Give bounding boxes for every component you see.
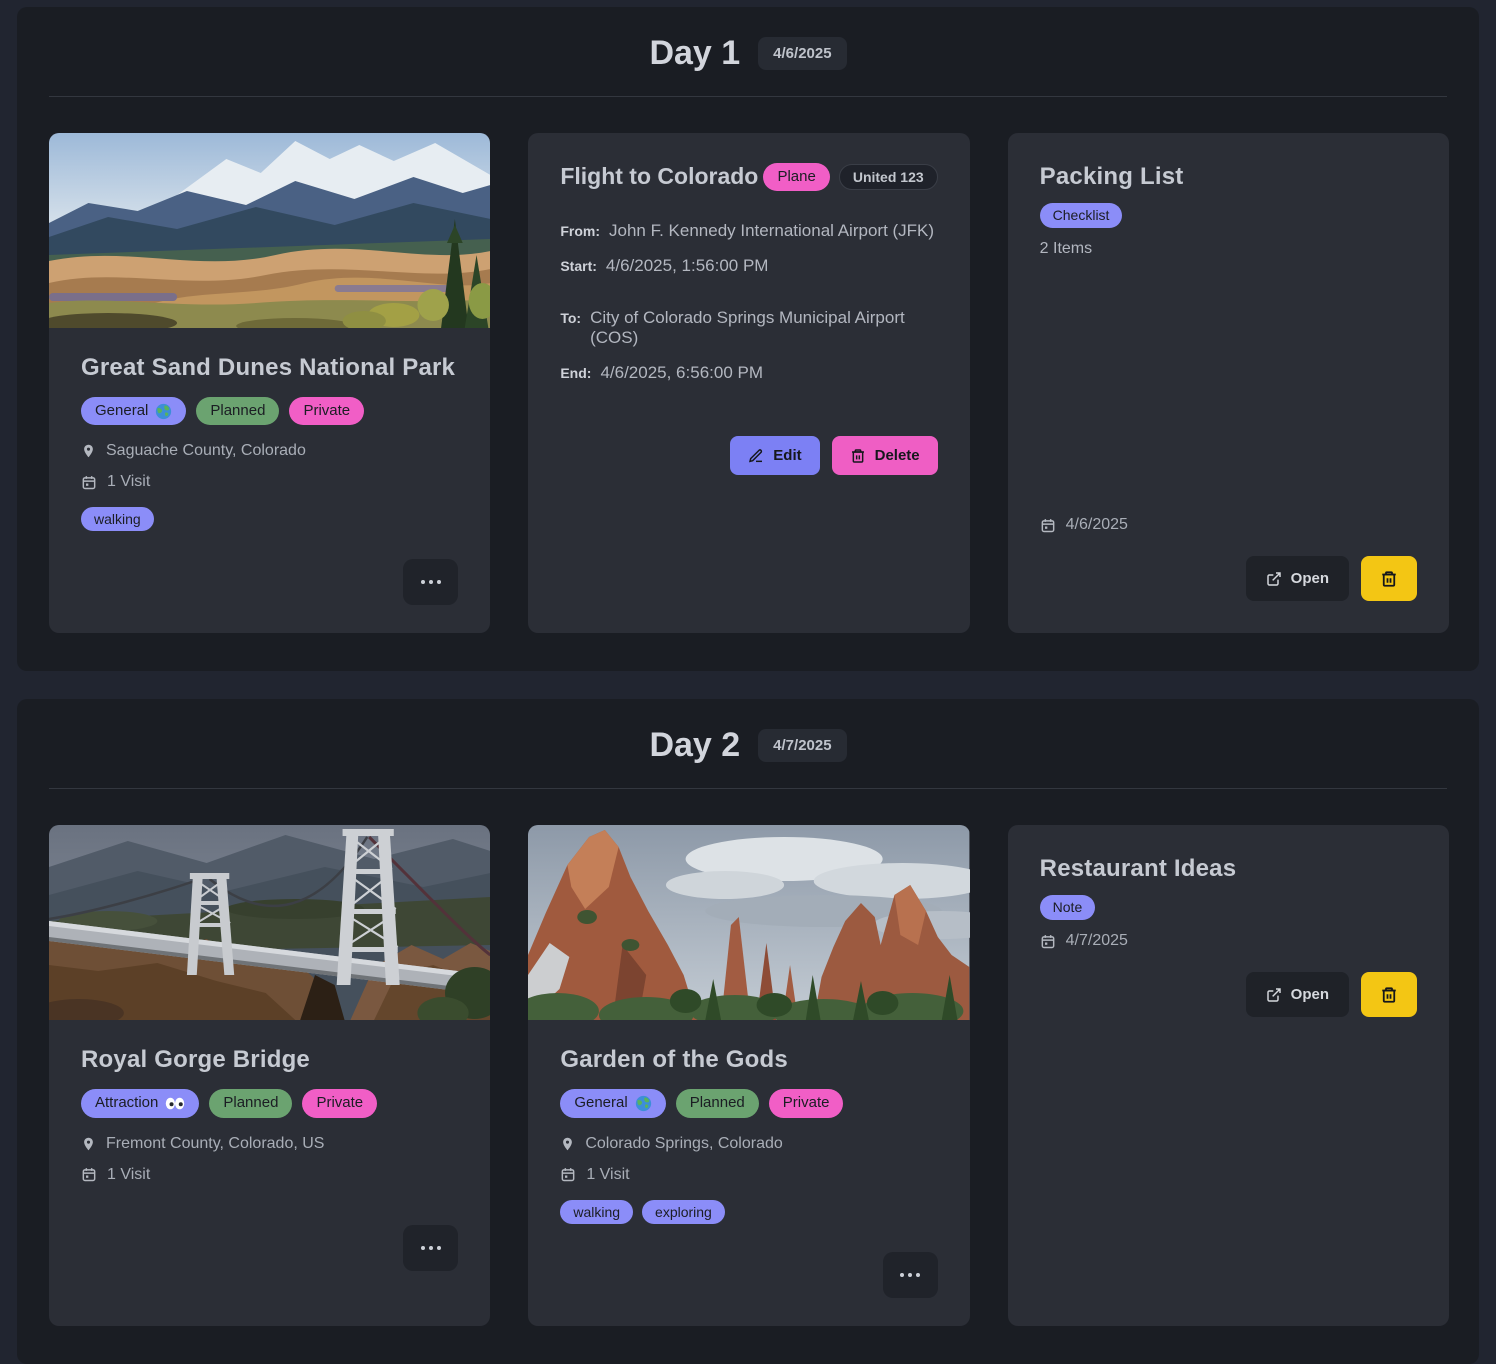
trash-icon [850,448,866,464]
checklist-type-badge: Checklist [1040,203,1123,228]
visibility-badge: Private [302,1089,377,1117]
flight-card: Flight to Colorado Plane United 123 From… [528,133,969,633]
day-2-title: Day 2 [649,726,740,765]
place-photo-garden-of-the-gods [528,825,969,1020]
day-2-cards: Royal Gorge Bridge Attraction Planned Pr… [17,789,1479,1325]
edit-pencil-icon [748,448,764,464]
activity-tag: walking [81,507,154,531]
place-location: Colorado Springs, Colorado [585,1135,782,1153]
place-title: Garden of the Gods [560,1046,937,1074]
category-badge-label: General [95,401,148,421]
open-checklist-button[interactable]: Open [1246,556,1349,601]
day-2-header: Day 2 4/7/2025 [17,699,1479,788]
category-badge: General [81,397,186,425]
edit-button[interactable]: Edit [730,436,819,475]
from-value: John F. Kennedy International Airport (J… [609,221,934,241]
globe-icon [635,1095,652,1112]
to-value: City of Colorado Springs Municipal Airpo… [590,308,938,348]
flight-number-badge: United 123 [839,164,938,190]
place-visits: 1 Visit [107,1166,150,1184]
from-label: From: [560,223,600,239]
ellipsis-icon [421,1246,425,1250]
note-type-badge: Note [1040,895,1096,920]
external-link-icon [1266,571,1282,587]
place-card-garden-of-the-gods: Garden of the Gods General Planned Priva… [528,825,969,1325]
day-2-date-badge: 4/7/2025 [758,729,846,762]
status-badge: Planned [209,1089,292,1117]
start-label: Start: [560,258,597,274]
to-label: To: [560,310,581,326]
calendar-icon [1040,933,1056,950]
place-menu-button[interactable] [403,559,458,605]
trash-icon [1380,570,1398,588]
place-menu-button[interactable] [403,1225,458,1271]
place-menu-button[interactable] [883,1252,938,1298]
globe-icon [155,403,172,420]
location-pin-icon [560,1135,575,1153]
status-badge: Planned [196,397,279,425]
flight-title: Flight to Colorado [560,163,758,190]
calendar-icon [1040,517,1056,534]
checklist-items-count: 2 Items [1040,240,1417,258]
end-value: 4/6/2025, 6:56:00 PM [600,363,763,383]
place-card-royal-gorge: Royal Gorge Bridge Attraction Planned Pr… [49,825,490,1325]
visibility-badge: Private [769,1089,844,1117]
category-badge: General [560,1089,665,1117]
note-card: Restaurant Ideas Note 4/7/2025 Open [1008,825,1449,1325]
day-1-cards: Great Sand Dunes National Park General P… [17,97,1479,633]
activity-tag: exploring [642,1200,725,1224]
activity-tag: walking [560,1200,633,1224]
note-date: 4/7/2025 [1066,932,1128,950]
day-1-header: Day 1 4/6/2025 [17,7,1479,96]
external-link-icon [1266,987,1282,1003]
place-card-great-sand-dunes: Great Sand Dunes National Park General P… [49,133,490,633]
visibility-badge: Private [289,397,364,425]
category-badge-label: General [574,1093,627,1113]
checklist-title: Packing List [1040,163,1417,191]
day-2-section: Day 2 4/7/2025 [17,699,1479,1363]
place-visits: 1 Visit [107,473,150,491]
ellipsis-icon [421,580,425,584]
eyes-icon [165,1097,185,1110]
end-label: End: [560,365,591,381]
place-photo-sand-dunes [49,133,490,328]
day-1-date-badge: 4/6/2025 [758,37,846,70]
day-1-title: Day 1 [649,34,740,73]
location-pin-icon [81,1135,96,1153]
start-value: 4/6/2025, 1:56:00 PM [606,256,769,276]
checklist-card: Packing List Checklist 2 Items 4/6/2025 … [1008,133,1449,633]
transport-mode-badge: Plane [763,163,829,191]
place-title: Great Sand Dunes National Park [81,354,458,382]
location-pin-icon [81,442,96,460]
day-1-section: Day 1 4/6/2025 [17,7,1479,671]
trash-icon [1380,986,1398,1004]
status-badge: Planned [676,1089,759,1117]
place-photo-royal-gorge [49,825,490,1020]
delete-checklist-button[interactable] [1361,556,1417,601]
calendar-icon [560,1166,576,1183]
delete-button[interactable]: Delete [832,436,938,475]
note-title: Restaurant Ideas [1040,855,1417,883]
place-location: Saguache County, Colorado [106,442,306,460]
place-visits: 1 Visit [586,1166,629,1184]
calendar-icon [81,1166,97,1183]
category-badge: Attraction [81,1089,199,1117]
checklist-date: 4/6/2025 [1066,516,1128,534]
delete-note-button[interactable] [1361,972,1417,1017]
place-location: Fremont County, Colorado, US [106,1135,324,1153]
place-title: Royal Gorge Bridge [81,1046,458,1074]
category-badge-label: Attraction [95,1093,158,1113]
ellipsis-icon [900,1273,904,1277]
calendar-icon [81,474,97,491]
open-note-button[interactable]: Open [1246,972,1349,1017]
